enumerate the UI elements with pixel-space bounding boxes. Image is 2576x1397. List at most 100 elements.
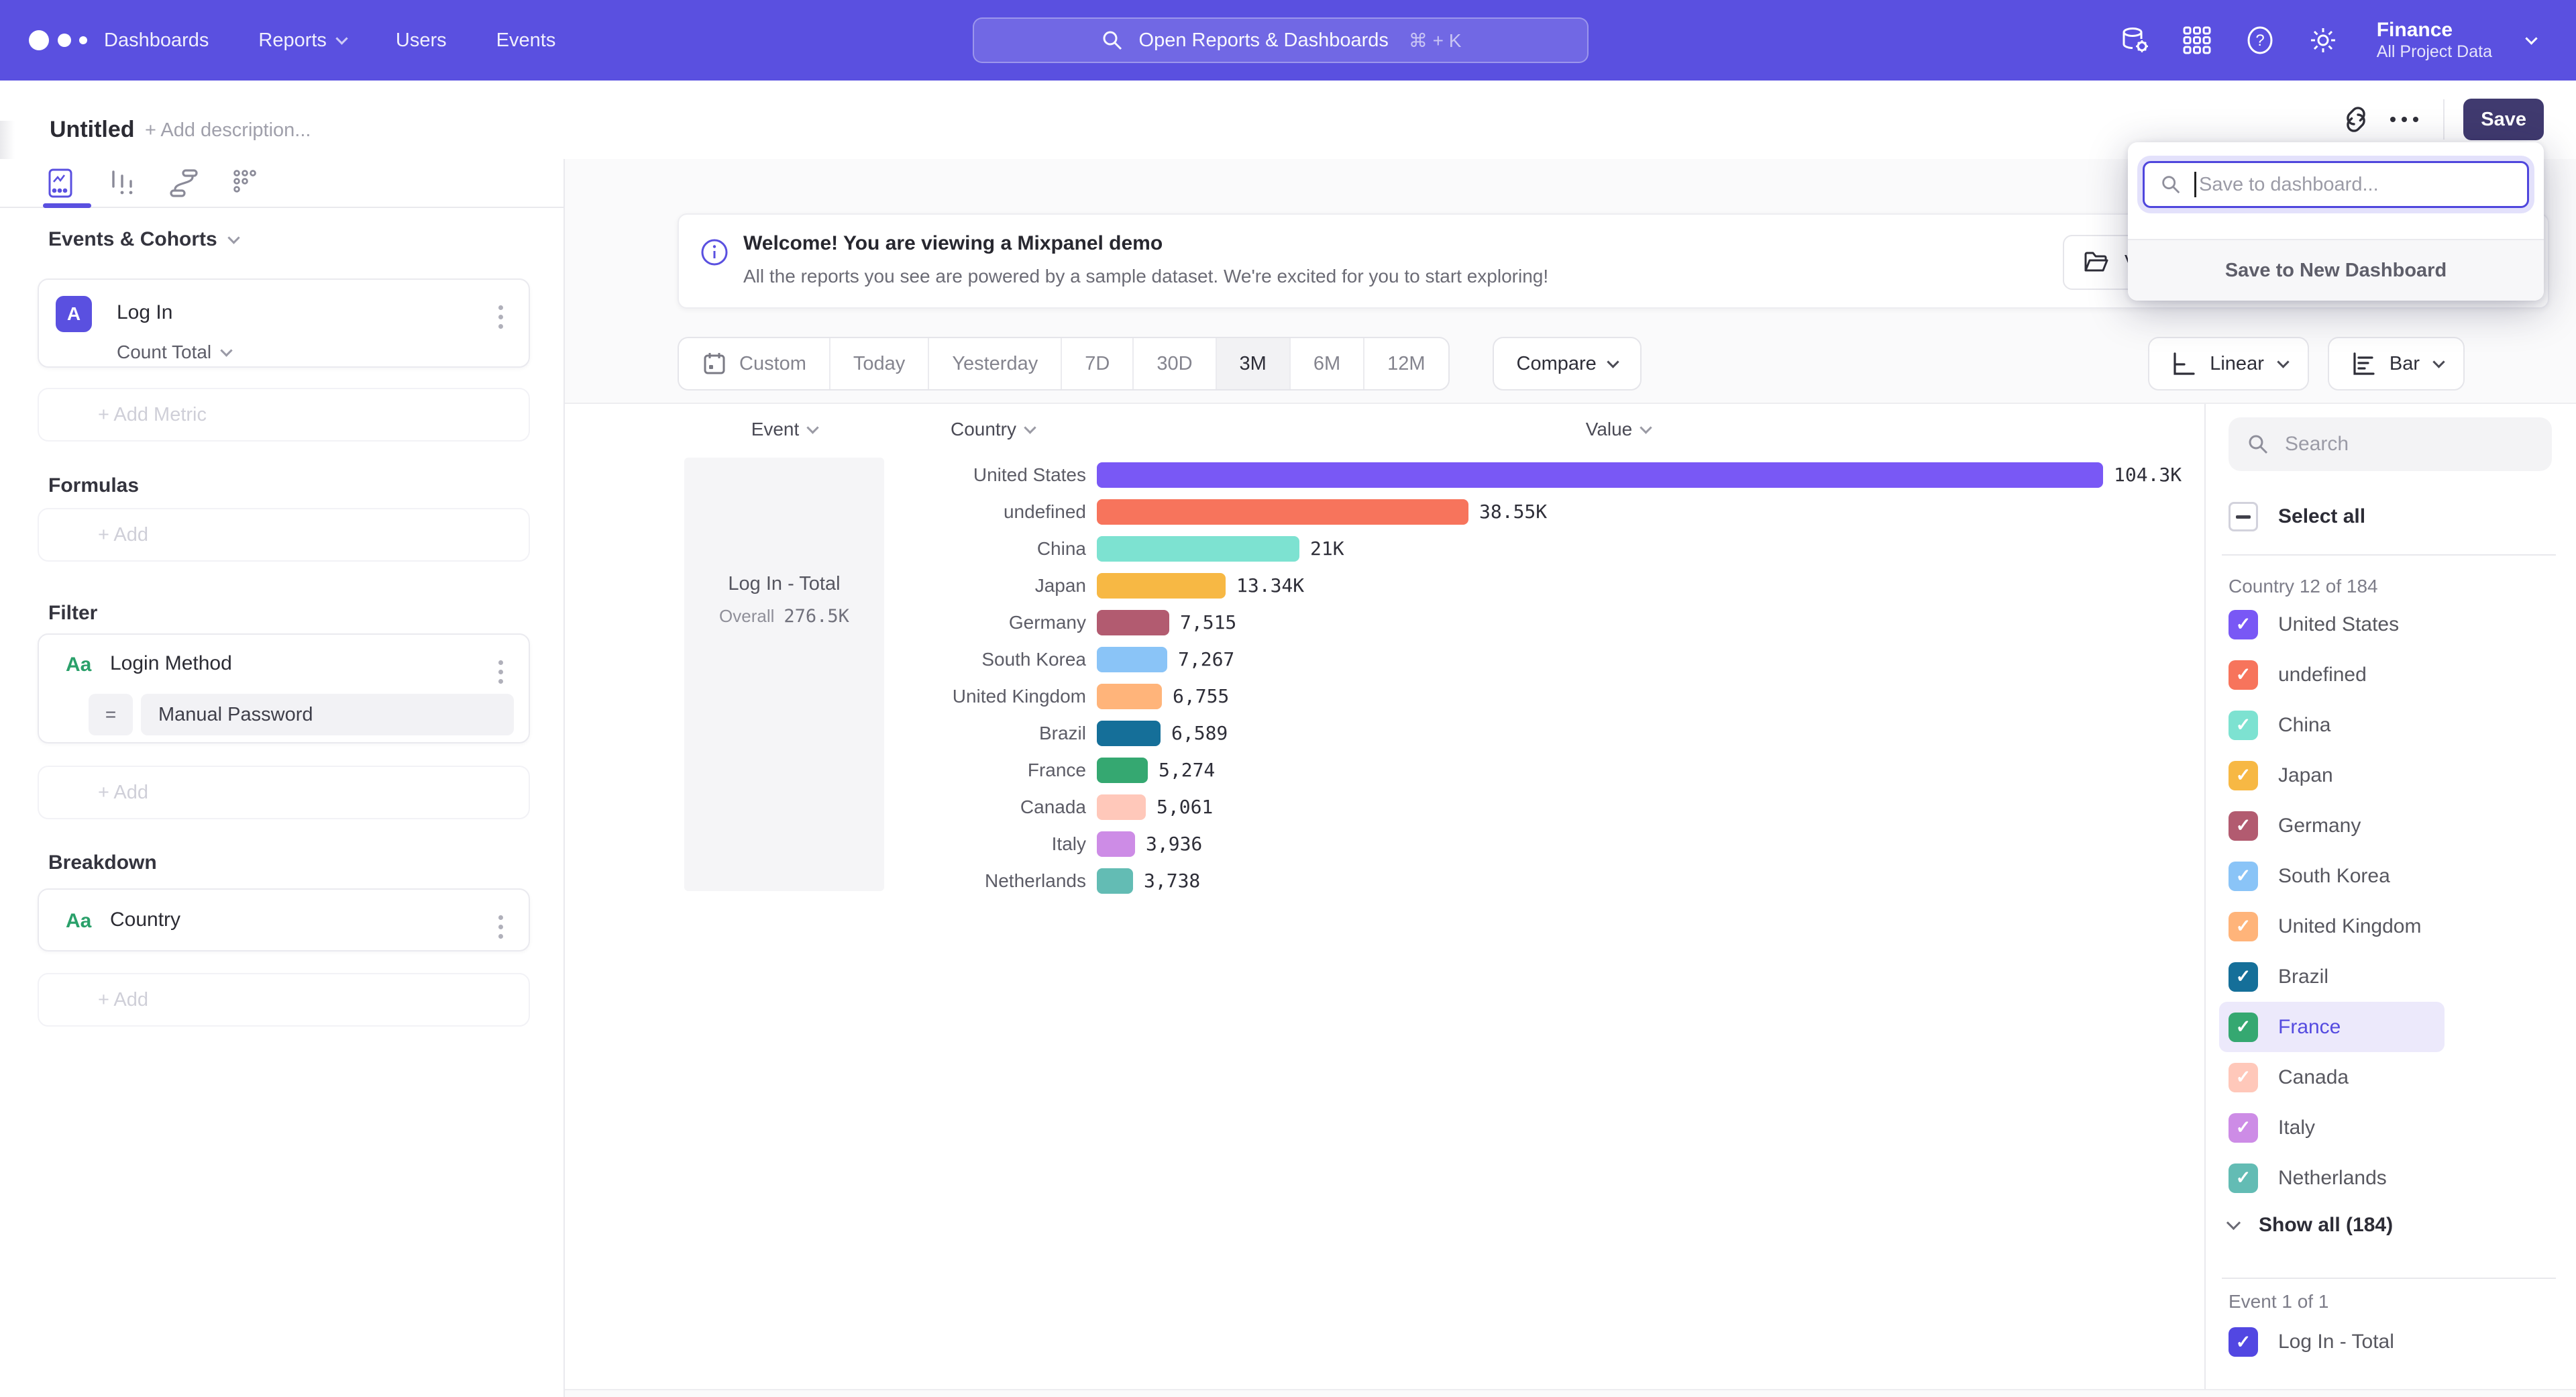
chart-row: Germany7,515 bbox=[565, 604, 2203, 641]
bar-value-label: 5,274 bbox=[1159, 759, 1215, 781]
event-filter-row[interactable]: ✓ Log In - Total bbox=[2229, 1322, 2394, 1362]
add-metric-button[interactable]: + Add Metric bbox=[38, 388, 530, 442]
bar[interactable] bbox=[1097, 573, 1226, 599]
breakdown-property-name[interactable]: Country bbox=[110, 909, 180, 931]
country-filter-row[interactable]: ✓France bbox=[2219, 1002, 2445, 1052]
save-to-new-dashboard-button[interactable]: Save to New Dashboard bbox=[2128, 239, 2544, 301]
nav-item-reports[interactable]: Reports bbox=[258, 30, 346, 52]
events-section-label[interactable]: Events & Cohorts bbox=[48, 228, 238, 251]
range-6m[interactable]: 6M bbox=[1291, 338, 1364, 389]
checkbox-checked[interactable]: ✓ bbox=[2229, 962, 2258, 992]
bar[interactable] bbox=[1097, 462, 2103, 488]
add-breakdown-button[interactable]: + Add bbox=[38, 973, 530, 1027]
save-button[interactable]: Save bbox=[2463, 99, 2544, 140]
aggregation-selector[interactable]: Count Total bbox=[117, 342, 231, 363]
flows-tab-icon[interactable] bbox=[168, 167, 200, 199]
chevron-down-icon bbox=[1024, 421, 1036, 433]
filter-operator[interactable]: = bbox=[89, 694, 133, 735]
help-icon[interactable]: ? bbox=[2244, 24, 2276, 56]
bar[interactable] bbox=[1097, 684, 1162, 709]
checkbox-checked[interactable]: ✓ bbox=[2229, 1113, 2258, 1143]
country-filter-row[interactable]: ✓United Kingdom bbox=[2219, 901, 2445, 951]
kebab-menu-icon[interactable] bbox=[493, 910, 508, 944]
select-all-row[interactable]: Select all bbox=[2229, 498, 2365, 535]
checkbox-checked[interactable]: ✓ bbox=[2229, 912, 2258, 941]
column-header-event[interactable]: Event bbox=[684, 415, 884, 444]
range-3m[interactable]: 3M bbox=[1217, 338, 1291, 389]
save-dashboard-search-input[interactable]: Save to dashboard... bbox=[2143, 161, 2529, 208]
kebab-menu-icon[interactable] bbox=[493, 300, 508, 334]
metric-card[interactable]: A Log In Count Total bbox=[38, 278, 530, 368]
data-management-icon[interactable] bbox=[2118, 24, 2150, 56]
report-description-placeholder[interactable]: + Add description... bbox=[145, 119, 311, 142]
range-today[interactable]: Today bbox=[830, 338, 929, 389]
filter-value[interactable]: Manual Password bbox=[141, 694, 514, 735]
country-filter-row[interactable]: ✓China bbox=[2219, 700, 2445, 750]
bar[interactable] bbox=[1097, 647, 1167, 672]
mixpanel-logo[interactable] bbox=[24, 23, 98, 58]
range-custom[interactable]: Custom bbox=[679, 338, 830, 389]
bar[interactable] bbox=[1097, 794, 1146, 820]
show-all-button[interactable]: Show all (184) bbox=[2229, 1205, 2393, 1245]
checkbox-checked[interactable]: ✓ bbox=[2229, 1327, 2258, 1357]
checkbox-checked[interactable]: ✓ bbox=[2229, 811, 2258, 841]
metric-name[interactable]: Log In bbox=[117, 301, 172, 324]
country-filter-row[interactable]: ✓South Korea bbox=[2219, 851, 2445, 901]
range-30d[interactable]: 30D bbox=[1134, 338, 1216, 389]
country-filter-row[interactable]: ✓Netherlands bbox=[2219, 1153, 2445, 1203]
checkbox-checked[interactable]: ✓ bbox=[2229, 711, 2258, 740]
breakdown-card[interactable]: Aa Country bbox=[38, 888, 530, 951]
nav-item-dashboards[interactable]: Dashboards bbox=[104, 30, 209, 52]
checkbox-checked[interactable]: ✓ bbox=[2229, 761, 2258, 790]
range-12m[interactable]: 12M bbox=[1364, 338, 1448, 389]
country-filter-row[interactable]: ✓Brazil bbox=[2219, 951, 2445, 1002]
checkbox-indeterminate[interactable] bbox=[2229, 502, 2258, 531]
country-filter-row[interactable]: ✓Japan bbox=[2219, 750, 2445, 800]
checkbox-checked[interactable]: ✓ bbox=[2229, 1163, 2258, 1193]
project-selector[interactable]: Finance All Project Data bbox=[2377, 19, 2492, 61]
country-filter-row[interactable]: ✓United States bbox=[2219, 599, 2445, 650]
country-filter-row[interactable]: ✓undefined bbox=[2219, 650, 2445, 700]
country-filter-row[interactable]: ✓Italy bbox=[2219, 1102, 2445, 1153]
funnels-tab-icon[interactable] bbox=[106, 167, 138, 199]
nav-item-users[interactable]: Users bbox=[396, 30, 447, 52]
bar[interactable] bbox=[1097, 610, 1169, 635]
scale-selector[interactable]: Linear bbox=[2148, 337, 2309, 391]
bar[interactable] bbox=[1097, 536, 1299, 562]
settings-gear-icon[interactable] bbox=[2307, 24, 2339, 56]
chart-type-selector[interactable]: Bar bbox=[2328, 337, 2465, 391]
add-filter-button[interactable]: + Add bbox=[38, 766, 530, 819]
series-search-input[interactable]: Search bbox=[2229, 417, 2552, 471]
more-options-icon[interactable] bbox=[2380, 95, 2428, 144]
checkbox-checked[interactable]: ✓ bbox=[2229, 1063, 2258, 1092]
bar[interactable] bbox=[1097, 758, 1148, 783]
range-yesterday[interactable]: Yesterday bbox=[929, 338, 1062, 389]
bar[interactable] bbox=[1097, 868, 1133, 894]
global-search-button[interactable]: Open Reports & Dashboards ⌘ + K bbox=[973, 17, 1589, 63]
add-formula-button[interactable]: + Add bbox=[38, 508, 530, 562]
string-property-icon: Aa bbox=[66, 654, 91, 676]
checkbox-checked[interactable]: ✓ bbox=[2229, 610, 2258, 639]
checkbox-checked[interactable]: ✓ bbox=[2229, 1013, 2258, 1042]
filter-card[interactable]: Aa Login Method = Manual Password bbox=[38, 633, 530, 743]
chevron-down-icon bbox=[807, 421, 819, 433]
report-title[interactable]: Untitled bbox=[50, 117, 135, 143]
checkbox-checked[interactable]: ✓ bbox=[2229, 660, 2258, 690]
bar[interactable] bbox=[1097, 831, 1135, 857]
apps-grid-icon[interactable] bbox=[2181, 24, 2213, 56]
checkbox-checked[interactable]: ✓ bbox=[2229, 862, 2258, 891]
insights-tab-icon[interactable] bbox=[44, 167, 76, 199]
country-filter-row[interactable]: ✓Germany bbox=[2219, 800, 2445, 851]
retention-tab-icon[interactable] bbox=[229, 167, 262, 199]
range-7d[interactable]: 7D bbox=[1062, 338, 1134, 389]
filter-property-name[interactable]: Login Method bbox=[110, 652, 232, 675]
compare-button[interactable]: Compare bbox=[1493, 337, 1642, 391]
column-header-value[interactable]: Value bbox=[1504, 415, 1732, 444]
bar[interactable] bbox=[1097, 721, 1161, 746]
copy-link-icon[interactable] bbox=[2332, 95, 2380, 144]
bar[interactable] bbox=[1097, 499, 1468, 525]
column-header-country[interactable]: Country bbox=[887, 415, 1098, 444]
kebab-menu-icon[interactable] bbox=[493, 655, 508, 689]
nav-item-events[interactable]: Events bbox=[496, 30, 556, 52]
country-filter-row[interactable]: ✓Canada bbox=[2219, 1052, 2445, 1102]
